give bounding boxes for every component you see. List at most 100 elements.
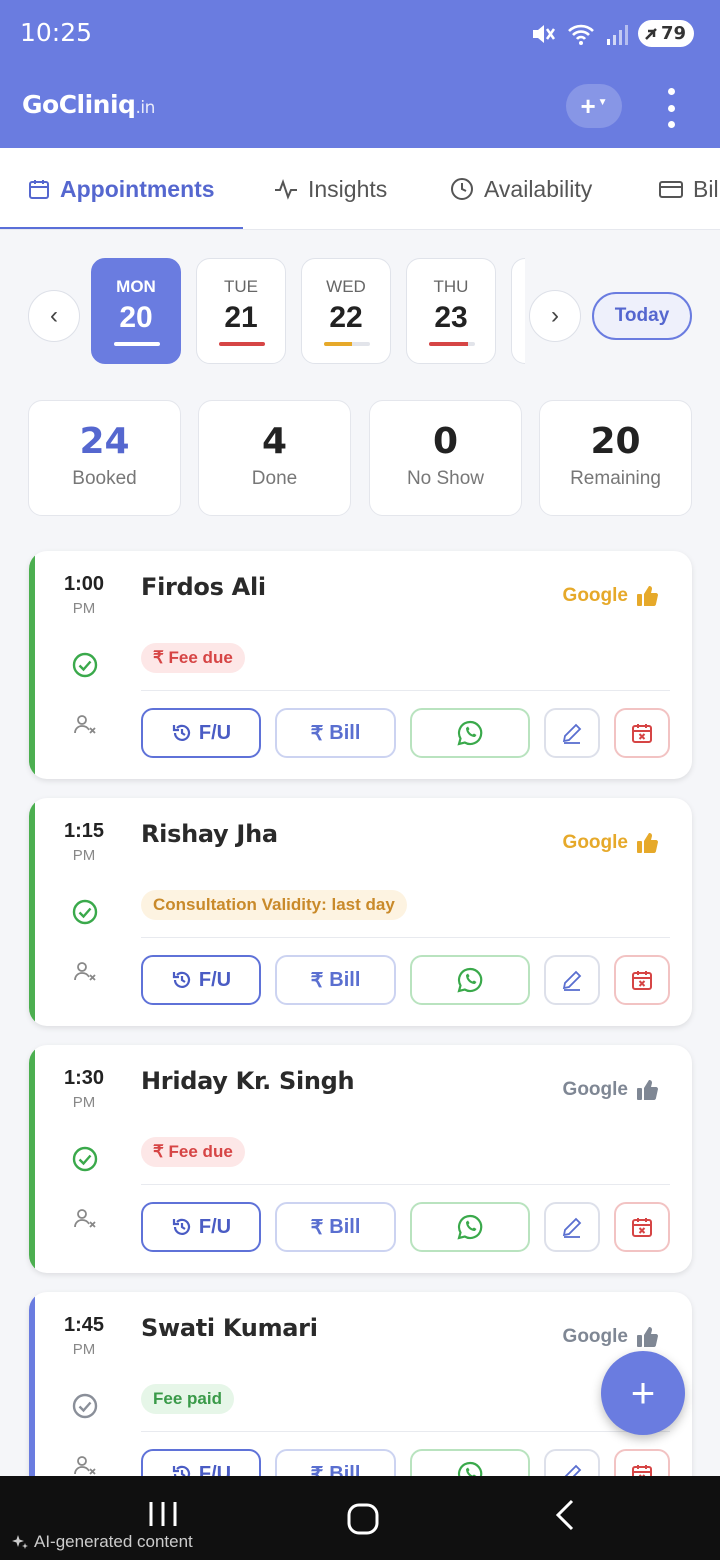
day-load-bar bbox=[324, 342, 370, 346]
check-circle-icon[interactable] bbox=[71, 898, 99, 931]
kebab-menu-icon[interactable] bbox=[662, 88, 680, 128]
bill-label: Bill bbox=[329, 721, 361, 744]
day-name: MON bbox=[116, 277, 156, 296]
edit-button[interactable] bbox=[544, 1202, 600, 1252]
back-icon[interactable] bbox=[552, 1498, 578, 1532]
day-name: THU bbox=[433, 277, 469, 296]
day-name: WED bbox=[326, 277, 366, 296]
google-review-link[interactable]: Google bbox=[563, 1326, 658, 1348]
stat-value: 24 bbox=[79, 421, 130, 462]
stat-done[interactable]: 4 Done bbox=[198, 400, 351, 516]
wifi-icon bbox=[568, 24, 594, 45]
tab-insights[interactable]: Insights bbox=[274, 148, 387, 229]
google-review-link[interactable]: Google bbox=[563, 1079, 658, 1101]
calendar-x-icon bbox=[632, 724, 652, 743]
patient-name[interactable]: Firdos Ali bbox=[141, 573, 266, 601]
rupee-icon: ₹ bbox=[310, 969, 324, 992]
patient-name[interactable]: Rishay Jha bbox=[141, 820, 278, 848]
card-icon bbox=[659, 181, 683, 198]
pencil-icon bbox=[562, 970, 582, 991]
day-next-peek[interactable] bbox=[511, 258, 525, 364]
app-bar: GoCliniq.in + ▼ bbox=[0, 68, 720, 148]
card-divider bbox=[141, 1431, 670, 1432]
today-button[interactable]: Today bbox=[592, 292, 692, 340]
no-show-icon[interactable] bbox=[73, 713, 97, 742]
whatsapp-button[interactable] bbox=[410, 1202, 530, 1252]
plus-icon: + bbox=[580, 90, 596, 121]
whatsapp-button[interactable] bbox=[410, 955, 530, 1005]
status-icons: 79 bbox=[530, 20, 694, 47]
sparkle-icon bbox=[12, 1535, 28, 1549]
stat-booked[interactable]: 24 Booked bbox=[28, 400, 181, 516]
day-mon[interactable]: MON 20 bbox=[91, 258, 181, 364]
patient-name[interactable]: Hriday Kr. Singh bbox=[141, 1067, 355, 1095]
ai-generated-label: AI-generated content bbox=[12, 1532, 193, 1552]
time-value: 1:15 bbox=[63, 820, 105, 842]
cancel-appointment-button[interactable] bbox=[614, 708, 670, 758]
day-thu[interactable]: THU 23 bbox=[406, 258, 496, 364]
day-date: 20 bbox=[119, 301, 153, 334]
time-ampm: PM bbox=[72, 600, 96, 617]
bill-button[interactable]: ₹ Bill bbox=[275, 1202, 396, 1252]
appointment-card[interactable]: 1:00 PM Firdos Ali Google ₹ Fee due F/U … bbox=[29, 551, 692, 779]
stat-value: 20 bbox=[590, 421, 641, 462]
next-dates-button[interactable]: › bbox=[529, 290, 581, 342]
check-circle-icon[interactable] bbox=[71, 651, 99, 684]
no-show-icon[interactable] bbox=[73, 960, 97, 989]
battery-saver-icon bbox=[645, 27, 657, 40]
tab-appointments[interactable]: Appointments bbox=[0, 148, 243, 229]
whatsapp-button[interactable] bbox=[410, 708, 530, 758]
google-review-link[interactable]: Google bbox=[563, 832, 658, 854]
appointment-time: 1:00 PM bbox=[49, 573, 119, 617]
no-show-icon[interactable] bbox=[73, 1207, 97, 1236]
day-tue[interactable]: TUE 21 bbox=[196, 258, 286, 364]
battery-level: 79 bbox=[660, 23, 686, 44]
tab-availability[interactable]: Availability bbox=[450, 148, 592, 229]
stat-no-show[interactable]: 0 No Show bbox=[369, 400, 522, 516]
edit-button[interactable] bbox=[544, 708, 600, 758]
follow-up-button[interactable]: F/U bbox=[141, 1202, 261, 1252]
stat-remaining[interactable]: 20 Remaining bbox=[539, 400, 692, 516]
recents-icon[interactable] bbox=[148, 1498, 178, 1530]
day-date: 22 bbox=[329, 301, 363, 334]
appointment-card[interactable]: 1:15 PM Rishay Jha Google Consultation V… bbox=[29, 798, 692, 1026]
edit-button[interactable] bbox=[544, 955, 600, 1005]
google-review-label: Google bbox=[562, 1326, 628, 1347]
history-icon bbox=[172, 1218, 190, 1235]
app-logo[interactable]: GoCliniq.in bbox=[22, 90, 155, 119]
bill-label: Bill bbox=[329, 968, 361, 991]
google-review-link[interactable]: Google bbox=[563, 585, 658, 607]
appointment-card[interactable]: 1:30 PM Hriday Kr. Singh Google ₹ Fee du… bbox=[29, 1045, 692, 1273]
cancel-appointment-button[interactable] bbox=[614, 1202, 670, 1252]
time-ampm: PM bbox=[72, 1341, 96, 1358]
patient-name[interactable]: Swati Kumari bbox=[141, 1314, 318, 1342]
card-divider bbox=[141, 690, 670, 691]
status-badge: ₹ Fee due bbox=[141, 643, 245, 673]
day-load-bar bbox=[219, 342, 265, 346]
cancel-appointment-button[interactable] bbox=[614, 955, 670, 1005]
day-wed[interactable]: WED 22 bbox=[301, 258, 391, 364]
appointment-time: 1:45 PM bbox=[49, 1314, 119, 1358]
google-review-label: Google bbox=[562, 1079, 628, 1100]
bill-button[interactable]: ₹ Bill bbox=[275, 708, 396, 758]
thumbs-up-icon bbox=[637, 586, 658, 606]
clock-icon bbox=[451, 178, 473, 200]
tab-billing[interactable]: Bil bbox=[659, 148, 719, 229]
time-ampm: PM bbox=[72, 847, 96, 864]
prev-dates-button[interactable]: ‹ bbox=[28, 290, 80, 342]
follow-up-button[interactable]: F/U bbox=[141, 708, 261, 758]
home-icon[interactable] bbox=[346, 1502, 380, 1536]
calendar-x-icon bbox=[632, 1218, 652, 1237]
tab-label: Bil bbox=[693, 175, 719, 202]
battery-indicator: 79 bbox=[637, 20, 694, 47]
stat-value: 0 bbox=[432, 421, 459, 462]
follow-up-button[interactable]: F/U bbox=[141, 955, 261, 1005]
ai-generated-text: AI-generated content bbox=[34, 1532, 193, 1551]
add-menu-button[interactable]: + ▼ bbox=[566, 84, 622, 128]
check-circle-icon[interactable] bbox=[71, 1392, 99, 1425]
bill-button[interactable]: ₹ Bill bbox=[275, 955, 396, 1005]
check-circle-icon[interactable] bbox=[71, 1145, 99, 1178]
pencil-icon bbox=[562, 1217, 582, 1238]
chevron-right-icon: › bbox=[551, 302, 559, 329]
add-appointment-fab[interactable]: + bbox=[601, 1351, 685, 1435]
